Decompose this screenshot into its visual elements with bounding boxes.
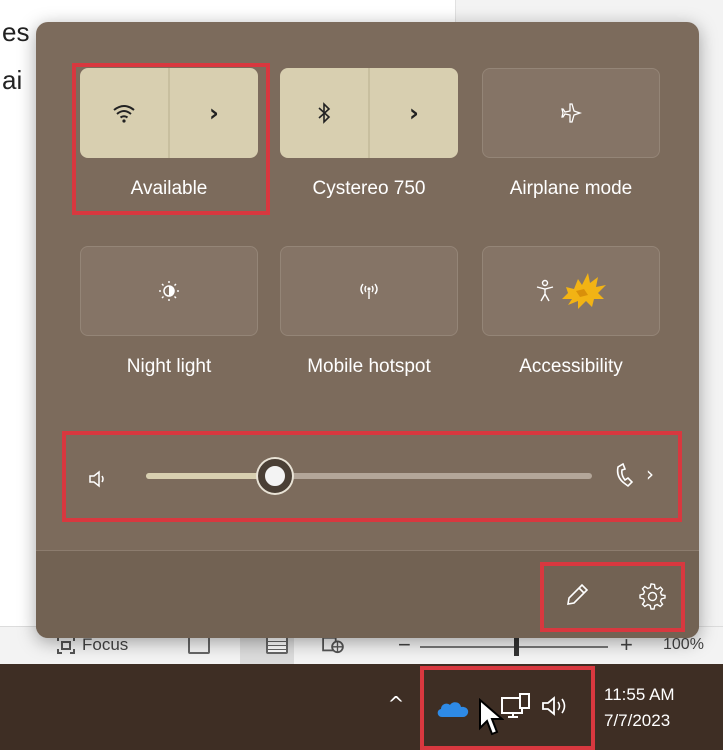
bluetooth-more-button[interactable]: › bbox=[370, 68, 458, 158]
bluetooth-tile[interactable]: › bbox=[280, 68, 458, 158]
airplane-mode-tile[interactable] bbox=[482, 68, 660, 158]
wifi-tile-highlight bbox=[72, 63, 270, 215]
airplane-icon bbox=[561, 103, 582, 123]
clock-date: 7/7/2023 bbox=[604, 711, 671, 730]
night-light-tile[interactable] bbox=[80, 246, 258, 336]
bluetooth-toggle[interactable] bbox=[280, 68, 368, 158]
focus-button[interactable]: Focus bbox=[56, 635, 128, 655]
taskbar-clock[interactable]: 11:55 AM 7/7/2023 bbox=[604, 682, 675, 734]
volume-slider-highlight bbox=[62, 431, 682, 522]
accessibility-label: Accessibility bbox=[519, 356, 623, 377]
read-mode-icon[interactable] bbox=[188, 636, 210, 654]
zoom-level[interactable]: 100% bbox=[663, 636, 704, 654]
night-light-icon bbox=[159, 281, 179, 301]
night-light-label: Night light bbox=[126, 356, 212, 377]
accessibility-tile[interactable] bbox=[482, 246, 660, 336]
mobile-hotspot-label: Mobile hotspot bbox=[307, 356, 431, 377]
focus-label: Focus bbox=[82, 635, 129, 654]
mobile-hotspot-icon bbox=[360, 283, 378, 299]
chevron-right-icon: › bbox=[409, 99, 419, 127]
system-tray-highlight bbox=[420, 666, 595, 750]
focus-icon bbox=[57, 636, 75, 654]
print-layout-icon[interactable] bbox=[266, 636, 288, 654]
dragon-sticker-icon bbox=[562, 273, 606, 309]
footer-buttons-highlight bbox=[540, 562, 685, 632]
mobile-hotspot-tile[interactable] bbox=[280, 246, 458, 336]
taskbar: ^ 11:55 AM 7/7/2023 bbox=[0, 664, 723, 750]
clock-time: 11:55 AM bbox=[604, 685, 675, 704]
accessibility-icon bbox=[536, 279, 554, 302]
airplane-mode-label: Airplane mode bbox=[509, 178, 633, 199]
show-hidden-icons-button[interactable]: ^ bbox=[384, 692, 408, 716]
bluetooth-icon bbox=[318, 102, 331, 124]
web-layout-icon[interactable] bbox=[322, 636, 344, 654]
zoom-slider-thumb[interactable] bbox=[514, 638, 519, 656]
bluetooth-label: Cystereo 750 bbox=[312, 178, 426, 199]
